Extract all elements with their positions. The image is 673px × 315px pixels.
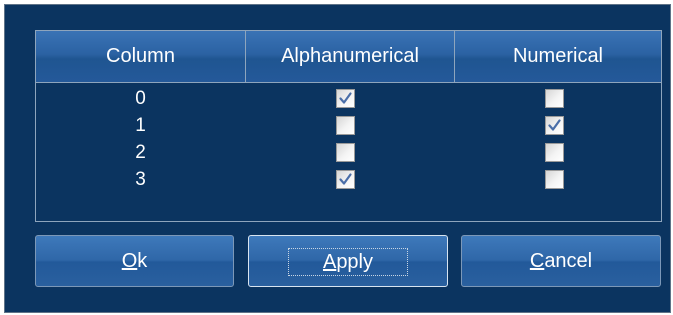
- numerical-checkbox[interactable]: [545, 170, 564, 189]
- column-index: 1: [135, 115, 146, 136]
- column-grid: Column Alphanumerical Numerical 0 1 2 3: [35, 30, 662, 222]
- focus-rectangle: Apply: [287, 247, 409, 276]
- checkmark-icon: [339, 92, 352, 104]
- column-index: 2: [135, 142, 146, 163]
- numerical-checkbox[interactable]: [545, 116, 564, 135]
- apply-label-rest: pply: [336, 250, 374, 273]
- alphanumerical-header[interactable]: Alphanumerical: [245, 31, 454, 82]
- table-row: 0: [36, 85, 661, 112]
- table-row: 1: [36, 112, 661, 139]
- alphanumerical-checkbox[interactable]: [336, 89, 355, 108]
- cancel-label-rest: ancel: [544, 250, 593, 272]
- cancel-button[interactable]: Cancel: [461, 235, 661, 287]
- table-row: 2: [36, 139, 661, 166]
- numerical-checkbox[interactable]: [545, 89, 564, 108]
- ok-mnemonic: O: [121, 250, 138, 272]
- table-row: 3: [36, 166, 661, 193]
- cancel-mnemonic: C: [529, 250, 545, 272]
- apply-mnemonic: A: [322, 250, 337, 273]
- column-header[interactable]: Column: [36, 31, 245, 82]
- alphanumerical-checkbox[interactable]: [336, 143, 355, 162]
- column-type-dialog: Column Alphanumerical Numerical 0 1 2 3 …: [4, 4, 671, 313]
- ok-button[interactable]: Ok: [35, 235, 234, 287]
- ok-label-rest: k: [137, 250, 148, 272]
- grid-header: Column Alphanumerical Numerical: [36, 31, 661, 83]
- apply-button[interactable]: Apply: [248, 235, 448, 287]
- checkmark-icon: [548, 119, 561, 131]
- checkmark-icon: [339, 173, 352, 185]
- column-index: 0: [135, 88, 146, 109]
- alphanumerical-checkbox[interactable]: [336, 116, 355, 135]
- numerical-header[interactable]: Numerical: [454, 31, 661, 82]
- numerical-checkbox[interactable]: [545, 143, 564, 162]
- alphanumerical-checkbox[interactable]: [336, 170, 355, 189]
- column-index: 3: [135, 169, 146, 190]
